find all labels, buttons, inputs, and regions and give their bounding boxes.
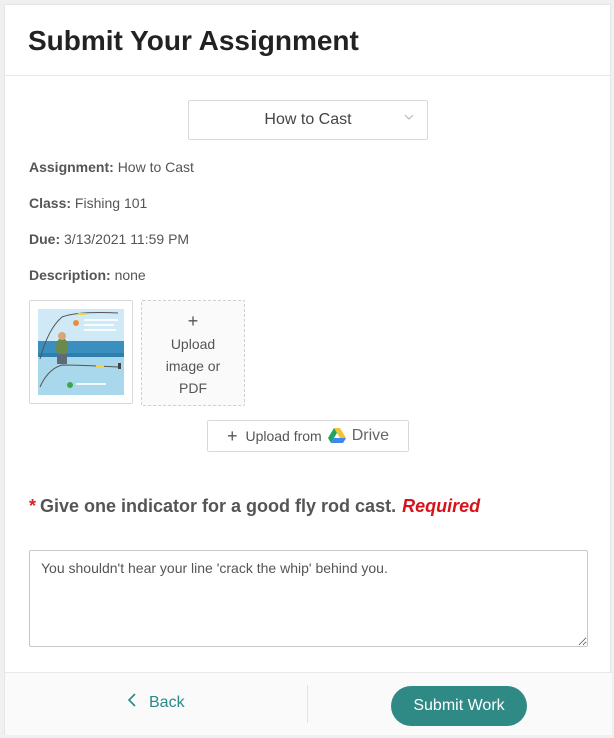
upload-label-line2: image or [165,358,221,374]
upload-from-label: Upload from [245,428,322,444]
plus-icon: + [187,311,199,331]
question-prompt: * Give one indicator for a good fly rod c… [29,496,480,517]
description-value: none [114,267,146,283]
back-button[interactable]: Back [127,693,185,712]
assignment-label: Assignment: [29,159,114,175]
required-asterisk: * [29,496,37,516]
modal-header: Submit Your Assignment [5,5,610,76]
page-title: Submit Your Assignment [28,25,359,56]
required-label: Required [402,496,481,516]
upload-label-line3: PDF [179,380,207,396]
description-label: Description: [29,267,111,283]
class-detail: Class: Fishing 101 [29,195,147,211]
fly-cast-image [38,309,124,395]
question-text: Give one indicator for a good fly rod ca… [40,496,397,516]
assignment-value: How to Cast [117,159,194,175]
class-value: Fishing 101 [74,195,148,211]
back-label: Back [149,693,185,711]
class-label: Class: [29,195,72,211]
uploaded-image-thumbnail[interactable] [29,300,133,404]
submit-assignment-modal: Submit Your Assignment How to Cast Assig… [4,4,612,735]
submit-work-button[interactable]: Submit Work [391,686,527,726]
due-label: Due: [29,231,61,247]
description-detail: Description: none [29,267,146,283]
plus-icon: + [226,425,238,446]
due-value: 3/13/2021 11:59 PM [64,231,190,247]
upload-from-drive-button[interactable]: + Upload from Drive [207,420,409,452]
chevron-down-icon [403,111,415,126]
upload-image-or-pdf-button[interactable]: + Upload image or PDF [141,300,245,406]
upload-label-line1: Upload [170,336,216,352]
assignment-select[interactable]: How to Cast [188,100,428,140]
chevron-left-icon [127,693,137,712]
drive-brand-label: Drive [351,427,390,444]
google-drive-icon [327,427,346,446]
assignment-select-value: How to Cast [264,111,352,128]
due-detail: Due: 3/13/2021 11:59 PM [29,231,189,247]
assignment-detail: Assignment: How to Cast [29,159,194,175]
modal-footer: Back Submit Work [5,672,612,735]
footer-divider [307,685,308,723]
answer-textarea[interactable]: You shouldn't hear your line 'crack the … [29,550,588,647]
